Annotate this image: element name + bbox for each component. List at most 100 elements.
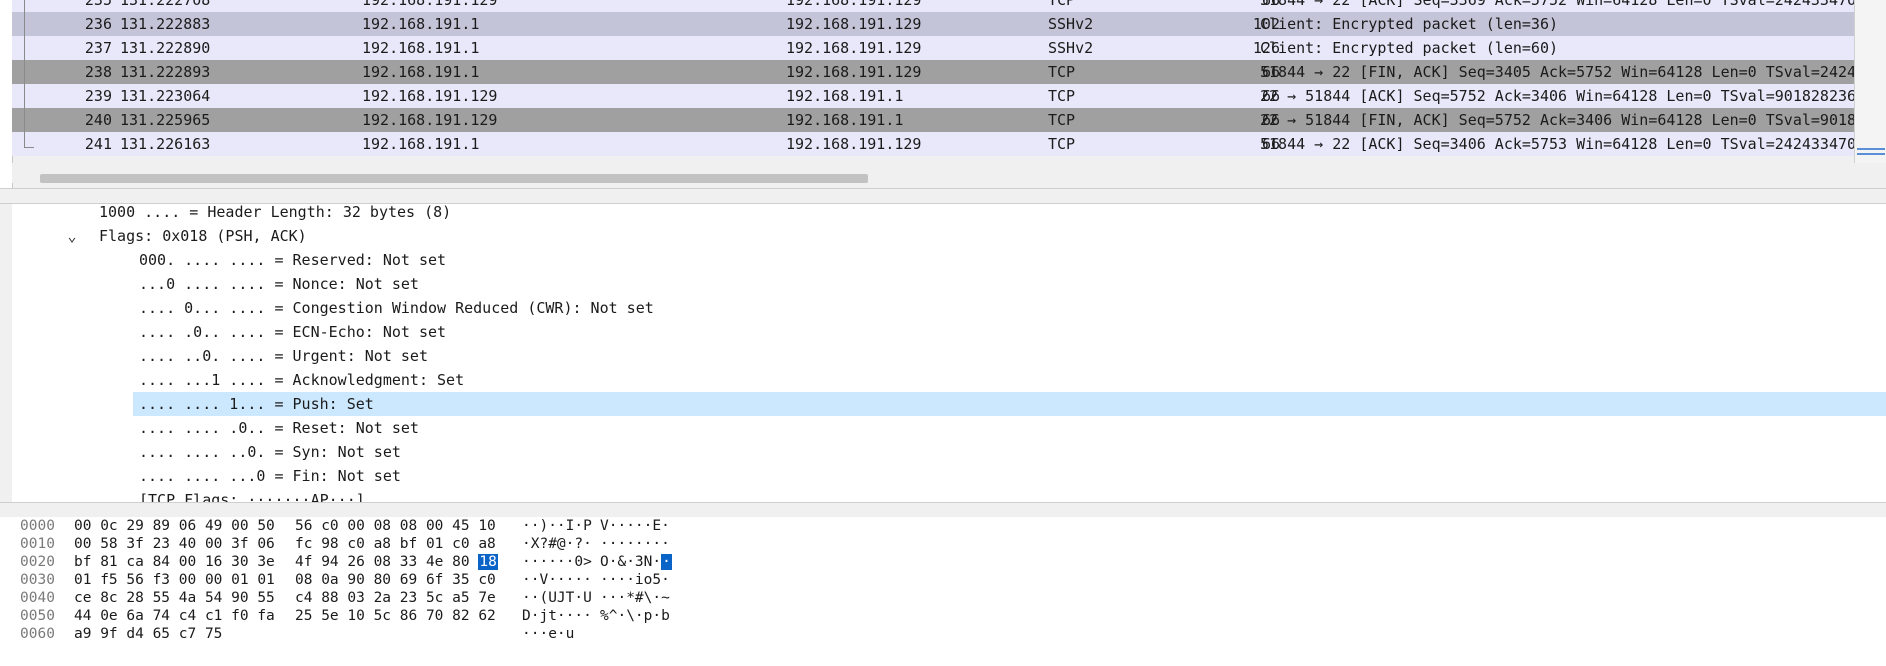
hex-bytes[interactable]: 44 0e 6a 74 c4 c1 f0 fa <box>74 607 275 625</box>
detail-row[interactable]: [TCP Flags: ·······AP···] <box>12 488 1886 502</box>
detail-row-flags[interactable]: ⌄ Flags: 0x018 (PSH, ACK) <box>12 224 1886 248</box>
packet-bytes-pane[interactable]: 0000 00 0c 29 89 06 49 00 50 56 c0 00 08… <box>0 517 1886 666</box>
hex-ascii[interactable]: ···*#\·~ <box>600 589 670 607</box>
hex-byte-selected[interactable]: 18 <box>478 554 498 570</box>
packet-protocol: TCP <box>1048 111 1076 129</box>
packet-protocol: SSHv2 <box>1048 15 1094 33</box>
hex-bytes[interactable]: 08 0a 90 80 69 6f 35 c0 <box>295 571 496 589</box>
packet-row[interactable]: 235 131.222708 192.168.191.129 192.168.1… <box>12 0 1854 12</box>
packet-info: 51844 → 22 [ACK] Seq=3369 Ack=5752 Win=6… <box>1260 0 1854 9</box>
packet-row[interactable]: 241 131.226163 192.168.191.1 192.168.191… <box>12 132 1854 156</box>
detail-row-text: .... ..0. .... = Urgent: Not set <box>139 347 428 365</box>
hex-ascii[interactable]: ···e·u <box>522 625 574 643</box>
detail-row-text: 1000 .... = Header Length: 32 bytes (8) <box>99 204 452 221</box>
detail-row-text: .... .... ...0 = Fin: Not set <box>139 467 401 485</box>
hex-ascii-selected[interactable]: · <box>661 554 672 570</box>
detail-row[interactable]: 000. .... .... = Reserved: Not set <box>12 248 1886 272</box>
hex-ascii[interactable]: ··V····· <box>522 571 592 589</box>
packet-source: 192.168.191.1 <box>362 135 480 153</box>
hex-bytes-group[interactable]: 4f 94 26 08 33 4e 80 18 <box>295 553 498 571</box>
packet-destination: 192.168.191.129 <box>786 39 922 57</box>
packet-destination: 192.168.191.1 <box>786 111 904 129</box>
hex-ascii[interactable]: ··)··I·P <box>522 517 592 535</box>
packet-destination: 192.168.191.1 <box>786 87 904 105</box>
hex-ascii[interactable]: O·&·3N· <box>600 554 661 570</box>
hex-offset: 0040 <box>20 590 55 606</box>
detail-row-text: ...0 .... .... = Nonce: Not set <box>139 275 419 293</box>
packet-destination: 192.168.191.129 <box>786 63 922 81</box>
detail-row[interactable]: .... .... ...0 = Fin: Not set <box>12 464 1886 488</box>
hex-bytes[interactable]: ce 8c 28 55 4a 54 90 55 <box>74 589 275 607</box>
detail-row-text: .... .... 1... = Push: Set <box>139 395 374 413</box>
hex-bytes[interactable]: a9 9f d4 65 c7 75 <box>74 625 222 643</box>
packet-row[interactable]: 239 131.223064 192.168.191.129 192.168.1… <box>12 84 1854 108</box>
packet-info: 22 → 51844 [ACK] Seq=5752 Ack=3406 Win=6… <box>1260 87 1854 105</box>
packet-number: 237 <box>84 39 112 57</box>
packet-list[interactable]: 235 131.222708 192.168.191.129 192.168.1… <box>0 0 1886 188</box>
detail-row[interactable]: .... 0... .... = Congestion Window Reduc… <box>12 296 1886 320</box>
detail-row[interactable]: ...0 .... .... = Nonce: Not set <box>12 272 1886 296</box>
hex-bytes[interactable]: 00 0c 29 89 06 49 00 50 <box>74 517 275 535</box>
conversation-tree-end <box>24 147 34 149</box>
hex-bytes[interactable]: 00 58 3f 23 40 00 3f 06 <box>74 535 275 553</box>
hex-bytes[interactable]: bf 81 ca 84 00 16 30 3e <box>74 553 275 571</box>
pane-splitter[interactable] <box>0 188 1886 204</box>
detail-row-text: .... .... ..0. = Syn: Not set <box>139 443 401 461</box>
horizontal-scroll-thumb[interactable] <box>40 174 868 183</box>
pane-splitter[interactable] <box>0 502 1886 518</box>
packet-destination: 192.168.191.129 <box>786 0 922 9</box>
hex-ascii[interactable]: D·jt···· <box>522 607 592 625</box>
packet-source: 192.168.191.1 <box>362 15 480 33</box>
detail-row[interactable]: .... ...1 .... = Acknowledgment: Set <box>12 368 1886 392</box>
packet-number: 238 <box>84 63 112 81</box>
scrollbar-minimap-mark <box>1857 148 1885 150</box>
hex-ascii[interactable]: ····io5· <box>600 571 670 589</box>
hex-ascii[interactable]: ··(UJT·U <box>522 589 592 607</box>
scrollbar-minimap-mark <box>1857 153 1885 155</box>
packet-row[interactable]: 240 131.225965 192.168.191.129 192.168.1… <box>12 108 1854 132</box>
hex-offset: 0060 <box>20 626 55 642</box>
packet-info: 51844 → 22 [ACK] Seq=3406 Ack=5753 Win=6… <box>1260 135 1854 153</box>
detail-row[interactable]: .... ..0. .... = Urgent: Not set <box>12 344 1886 368</box>
detail-row-text: .... 0... .... = Congestion Window Reduc… <box>139 299 654 317</box>
hex-bytes[interactable]: c4 88 03 2a 23 5c a5 7e <box>295 589 496 607</box>
detail-row-text: [TCP Flags: ·······AP···] <box>139 491 365 502</box>
packet-protocol: TCP <box>1048 135 1076 153</box>
hex-ascii[interactable]: %^·\·p·b <box>600 607 670 625</box>
packet-details-pane[interactable]: 1000 .... = Header Length: 32 bytes (8) … <box>0 204 1886 502</box>
hex-bytes[interactable]: 4f 94 26 08 33 4e 80 <box>295 554 470 570</box>
detail-row-text: 000. .... .... = Reserved: Not set <box>139 251 447 269</box>
hex-ascii[interactable]: ········ <box>600 535 670 553</box>
conversation-tree-line <box>24 0 26 148</box>
detail-row-selected[interactable]: .... .... 1... = Push: Set <box>133 392 1886 416</box>
packet-list-vertical-scrollbar[interactable] <box>1854 0 1886 163</box>
hex-ascii[interactable]: V·····E· <box>600 517 670 535</box>
packet-info: 51844 → 22 [FIN, ACK] Seq=3405 Ack=5752 … <box>1260 63 1854 81</box>
detail-row[interactable]: .... .... .0.. = Reset: Not set <box>12 416 1886 440</box>
packet-number: 239 <box>84 87 112 105</box>
packet-list-horizontal-scrollbar[interactable] <box>12 163 1854 183</box>
packet-time: 131.225965 <box>120 111 211 129</box>
hex-ascii-group[interactable]: O·&·3N·· <box>600 553 672 571</box>
hex-bytes[interactable]: 25 5e 10 5c 86 70 82 62 <box>295 607 496 625</box>
packet-protocol: SSHv2 <box>1048 39 1094 57</box>
hex-offset: 0050 <box>20 608 55 624</box>
detail-row[interactable]: .... .0.. .... = ECN-Echo: Not set <box>12 320 1886 344</box>
packet-time: 131.222708 <box>120 0 211 9</box>
hex-ascii[interactable]: ······0> <box>522 553 592 571</box>
detail-row[interactable]: .... .... ..0. = Syn: Not set <box>12 440 1886 464</box>
detail-row[interactable]: 1000 .... = Header Length: 32 bytes (8) <box>12 204 1886 224</box>
hex-bytes[interactable]: fc 98 c0 a8 bf 01 c0 a8 <box>295 535 496 553</box>
packet-row[interactable]: 236 131.222883 192.168.191.1 192.168.191… <box>12 12 1854 36</box>
hex-bytes[interactable]: 01 f5 56 f3 00 00 01 01 <box>74 571 275 589</box>
packet-row[interactable]: 238 131.222893 192.168.191.1 192.168.191… <box>12 60 1854 84</box>
hex-offset: 0020 <box>20 554 55 570</box>
packet-number: 236 <box>84 15 112 33</box>
packet-time: 131.222890 <box>120 39 211 57</box>
hex-ascii[interactable]: ·X?#@·?· <box>522 535 592 553</box>
packet-source: 192.168.191.129 <box>362 111 498 129</box>
hex-bytes[interactable]: 56 c0 00 08 08 00 45 10 <box>295 517 496 535</box>
packet-row[interactable]: 237 131.222890 192.168.191.1 192.168.191… <box>12 36 1854 60</box>
chevron-down-icon[interactable]: ⌄ <box>64 224 80 248</box>
packet-info: 22 → 51844 [FIN, ACK] Seq=5752 Ack=3406 … <box>1260 111 1854 129</box>
